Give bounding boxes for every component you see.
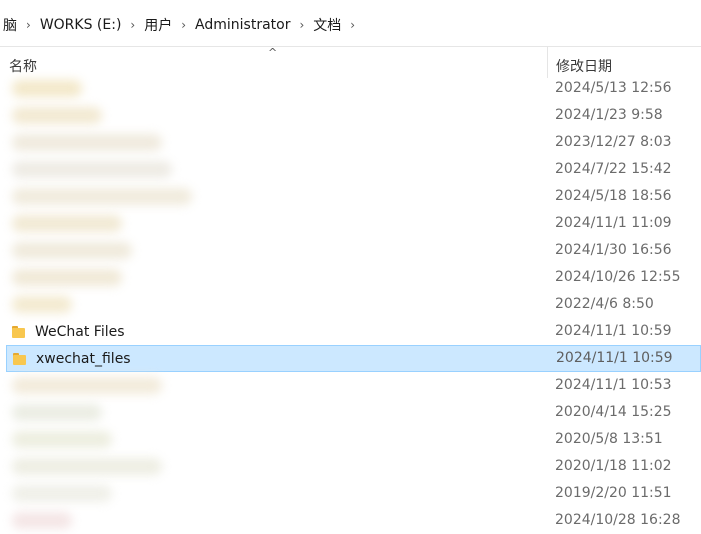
file-row[interactable]: 2020/5/8 13:51	[0, 426, 701, 453]
file-row[interactable]: 2019/2/20 11:51	[0, 480, 701, 507]
redacted-name	[12, 377, 162, 394]
column-header: ^ 名称 修改日期	[0, 46, 701, 78]
breadcrumb-item-users[interactable]: 用户	[141, 15, 175, 35]
file-row[interactable]: WeChat Files 2024/11/1 10:59	[0, 318, 701, 345]
date-modified: 2024/11/1 10:59	[555, 323, 672, 339]
date-modified: 2024/10/28 16:28	[555, 512, 681, 528]
file-row[interactable]: 2020/4/14 15:25	[0, 399, 701, 426]
file-name: WeChat Files	[35, 323, 125, 340]
date-modified: 2020/4/14 15:25	[555, 404, 672, 420]
redacted-name	[12, 161, 172, 178]
redacted-name	[12, 512, 72, 529]
date-modified: 2024/11/1 10:59	[556, 350, 673, 366]
folder-icon	[13, 352, 26, 365]
redacted-name	[12, 485, 112, 502]
date-modified: 2024/5/18 18:56	[555, 188, 672, 204]
address-bar[interactable]: 脑 › WORKS (E:) › 用户 › Administrator › 文档…	[0, 0, 701, 47]
file-row[interactable]: 2020/1/18 11:02	[0, 453, 701, 480]
redacted-name	[12, 215, 122, 232]
redacted-name	[12, 269, 122, 286]
date-modified: 2024/7/22 15:42	[555, 161, 672, 177]
file-name-cell[interactable]: xwechat_files	[13, 345, 131, 372]
file-row[interactable]: 2024/11/1 11:09	[0, 210, 701, 237]
date-modified: 2020/5/8 13:51	[555, 431, 663, 447]
redacted-name	[12, 134, 162, 151]
breadcrumb-item-drive[interactable]: WORKS (E:)	[37, 17, 125, 33]
date-modified: 2024/11/1 10:53	[555, 377, 672, 393]
chevron-right-icon[interactable]: ›	[293, 18, 310, 32]
file-row[interactable]: 2024/7/22 15:42	[0, 156, 701, 183]
redacted-name	[12, 188, 192, 205]
redacted-name	[12, 431, 112, 448]
file-row[interactable]: 2023/12/27 8:03	[0, 129, 701, 156]
file-row[interactable]: xwechat_files 2024/11/1 10:59	[6, 345, 701, 372]
breadcrumb-item-documents[interactable]: 文档	[310, 15, 344, 35]
date-modified: 2024/11/1 11:09	[555, 215, 672, 231]
redacted-name	[12, 80, 82, 97]
file-row[interactable]: 2024/11/1 10:53	[0, 372, 701, 399]
column-header-date-modified[interactable]: 修改日期	[556, 56, 612, 76]
file-name: xwechat_files	[36, 350, 131, 367]
date-modified: 2020/1/18 11:02	[555, 458, 672, 474]
breadcrumb: 脑 › WORKS (E:) › 用户 › Administrator › 文档…	[0, 15, 361, 35]
file-row[interactable]: 2024/5/13 12:56	[0, 75, 701, 102]
date-modified: 2023/12/27 8:03	[555, 134, 672, 150]
redacted-name	[12, 458, 162, 475]
file-row[interactable]: 2024/10/28 16:28	[0, 507, 701, 534]
column-header-name[interactable]: 名称	[9, 56, 37, 76]
chevron-right-icon[interactable]: ›	[344, 18, 361, 32]
file-name-cell[interactable]: WeChat Files	[12, 318, 125, 345]
file-row[interactable]: 2024/5/18 18:56	[0, 183, 701, 210]
date-modified: 2022/4/6 8:50	[555, 296, 654, 312]
file-row[interactable]: 2024/1/30 16:56	[0, 237, 701, 264]
redacted-name	[12, 296, 72, 313]
redacted-name	[12, 107, 102, 124]
date-modified: 2024/1/23 9:58	[555, 107, 663, 123]
file-list: 2024/5/13 12:56 2024/1/23 9:58 2023/12/27 …	[0, 75, 701, 534]
date-modified: 2024/10/26 12:55	[555, 269, 681, 285]
date-modified: 2024/5/13 12:56	[555, 80, 672, 96]
folder-icon	[12, 325, 25, 338]
chevron-right-icon[interactable]: ›	[20, 18, 37, 32]
breadcrumb-item-administrator[interactable]: Administrator	[192, 17, 293, 33]
date-modified: 2019/2/20 11:51	[555, 485, 672, 501]
redacted-name	[12, 242, 132, 259]
file-row[interactable]: 2024/10/26 12:55	[0, 264, 701, 291]
chevron-right-icon[interactable]: ›	[124, 18, 141, 32]
file-row[interactable]: 2024/1/23 9:58	[0, 102, 701, 129]
redacted-name	[12, 404, 102, 421]
column-divider[interactable]	[547, 46, 548, 78]
date-modified: 2024/1/30 16:56	[555, 242, 672, 258]
file-row[interactable]: 2022/4/6 8:50	[0, 291, 701, 318]
chevron-right-icon[interactable]: ›	[175, 18, 192, 32]
sort-up-icon: ^	[268, 46, 278, 59]
breadcrumb-item-pc[interactable]: 脑	[0, 15, 20, 35]
